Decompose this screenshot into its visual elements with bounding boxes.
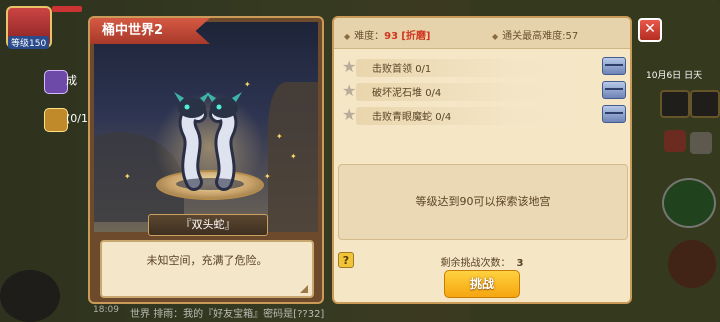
- sparkle-icon: ✦: [264, 172, 271, 181]
- stage-preview-panel: ✦ ✦ ✦ ✦ ✦ 桶中世界2 『双头蛇』 未知空间，充满了危险。: [88, 16, 324, 304]
- sparkle-icon: ✦: [290, 152, 297, 161]
- remaining-attempts: 剩余挑战次数： 3: [334, 254, 630, 269]
- task-text: 击败青眼魔蛇 0/4: [372, 108, 451, 123]
- corner-decoration-icon: [300, 285, 308, 293]
- chat-line[interactable]: 世界 排雨：我的『好友宝箱』密码是[??32]: [130, 305, 324, 320]
- task-label: 击败首领: [372, 64, 412, 75]
- task-progress: 0/4: [435, 112, 452, 123]
- date-label: 10月6日 日天: [646, 68, 702, 81]
- two-headed-snake-image: [174, 92, 244, 191]
- hp-bar: [52, 6, 82, 12]
- diamond-bullet-icon: ◆: [492, 32, 499, 41]
- player-level: 等级150: [8, 36, 50, 49]
- requirement-box: 等级达到90可以探索该地宫: [338, 164, 628, 240]
- event-icon[interactable]: [44, 70, 68, 94]
- task-progress: 0/4: [425, 88, 442, 99]
- treasure-chest-icon[interactable]: [602, 105, 626, 123]
- star-icon: ★: [342, 105, 357, 124]
- task-progress: 0/1: [415, 64, 432, 75]
- boss-name: 『双头蛇』: [148, 214, 268, 236]
- task-text: 破坏泥石堆 0/4: [372, 84, 441, 99]
- difficulty-value: 93: [384, 31, 399, 42]
- sparkle-icon: ✦: [244, 80, 251, 89]
- quest-icon[interactable]: [44, 108, 68, 132]
- quest-progress: (0/1: [66, 112, 88, 125]
- remaining-count: 3: [516, 258, 524, 269]
- stage-description-text: 未知空间，充满了危险。: [146, 254, 268, 267]
- chat-channel: 世界: [130, 309, 150, 320]
- stage-detail-panel: ◆ 难度：93 [折磨] ◆ 通关最高难度:57 ★ 击败首领 0/1 ★ 破坏泥石…: [332, 16, 632, 304]
- stage-title: 桶中世界2: [90, 18, 210, 44]
- clock-label: 18:09: [93, 305, 119, 315]
- challenge-button[interactable]: 挑战: [444, 270, 520, 298]
- task-row: ★ 破坏泥石堆 0/4: [340, 81, 626, 101]
- remaining-label: 剩余挑战次数：: [440, 258, 511, 269]
- task-label: 破坏泥石堆: [372, 88, 422, 99]
- stage-description: 未知空间，充满了危险。: [100, 240, 314, 298]
- best-clear-info: ◆ 通关最高难度:57: [492, 27, 578, 42]
- best-clear-value: 57: [565, 31, 579, 42]
- task-row: ★ 击败青眼魔蛇 0/4: [340, 105, 626, 125]
- event-label: 成: [66, 74, 77, 87]
- difficulty-label: 难度：: [354, 31, 385, 42]
- sparkle-icon: ✦: [276, 132, 283, 141]
- star-icon: ★: [342, 81, 357, 100]
- chat-message: 排雨：我的『好友宝箱』密码是[??32]: [153, 309, 325, 320]
- close-button[interactable]: ✕: [638, 18, 662, 42]
- diamond-bullet-icon: ◆: [344, 32, 351, 41]
- requirement-text: 等级达到90可以探索该地宫: [415, 195, 551, 208]
- weekday-text: 日天: [684, 71, 703, 81]
- difficulty-info: ◆ 难度：93 [折磨]: [344, 27, 430, 42]
- task-text: 击败首领 0/1: [372, 60, 431, 75]
- treasure-chest-icon[interactable]: [602, 57, 626, 75]
- treasure-chest-icon[interactable]: [602, 81, 626, 99]
- difficulty-tag: [折磨]: [401, 31, 431, 42]
- sparkle-icon: ✦: [124, 172, 131, 181]
- date-text: 10月6日: [646, 71, 682, 81]
- best-clear-label: 通关最高难度:: [502, 31, 566, 42]
- difficulty-header: ◆ 难度：93 [折磨] ◆ 通关最高难度:57: [334, 18, 630, 49]
- task-row: ★ 击败首领 0/1: [340, 57, 626, 77]
- star-icon: ★: [342, 57, 357, 76]
- stage-scene: ✦ ✦ ✦ ✦ ✦: [94, 22, 318, 232]
- task-label: 击败青眼魔蛇: [372, 112, 432, 123]
